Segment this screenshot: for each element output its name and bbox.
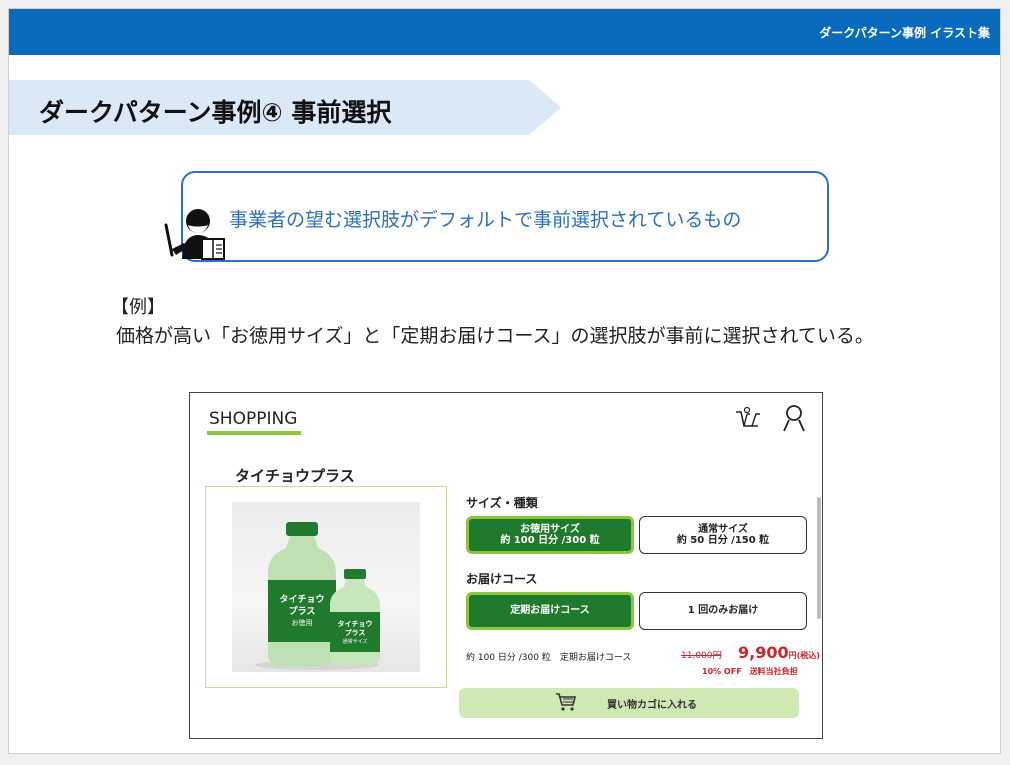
bottle-large-line-3: お徳用	[292, 618, 313, 627]
page-title: ダークパターン事例④ 事前選択	[39, 98, 392, 127]
delivery-heading: お届けコース	[466, 572, 538, 586]
scrollbar[interactable]	[817, 497, 821, 619]
bottle-small-line-2: プラス	[345, 628, 366, 637]
original-price: 11,000円	[681, 651, 722, 661]
shop-logo[interactable]: SHOPPING	[209, 409, 297, 429]
sale-price-value: 9,900	[738, 643, 789, 662]
sale-price: 9,900円(税込)	[738, 643, 820, 662]
definition-text: 事業者の望む選択肢がデフォルトで事前選択されているもの	[229, 209, 742, 231]
slide: ダークパターン事例 イラスト集 ダークパターン事例④ 事前選択 事業者の望む選択…	[8, 8, 1001, 754]
definition-box: 事業者の望む選択肢がデフォルトで事前選択されているもの	[181, 171, 829, 262]
bottle-small-line-1: タイチョウ	[338, 619, 373, 628]
header-bar: ダークパターン事例 イラスト集	[9, 9, 1000, 55]
selection-summary: 約 100 日分 /300 粒 定期お届けコース	[466, 653, 632, 663]
size-heading: サイズ・種類	[466, 496, 538, 510]
size-option-regular-detail: 約 50 日分 /150 粒	[676, 535, 770, 546]
product-image-frame: タイチョウ プラス お徳用 タイチョウ プラス 通常サイズ	[205, 486, 447, 688]
logo-underline	[207, 431, 301, 435]
delivery-option-once[interactable]: 1 回のみお届け	[639, 592, 807, 630]
add-to-cart-label: 買い物カゴに入れる	[607, 700, 697, 711]
shop-mockup: SHOPPING タイチョウプラス タイチョウ プラス お徳用 タイチョウ プラ…	[189, 392, 823, 739]
discount-note: 10% OFF 送料当社負担	[702, 667, 798, 676]
user-icon[interactable]	[780, 403, 808, 433]
cart-icon[interactable]	[734, 406, 764, 432]
size-option-value-name: お徳用サイズ	[520, 523, 580, 535]
bottle-small-line-3: 通常サイズ	[343, 638, 368, 645]
size-option-regular-name: 通常サイズ	[698, 523, 748, 535]
shopping-cart-icon	[556, 693, 577, 711]
product-name: タイチョウプラス	[235, 467, 355, 485]
size-option-regular[interactable]: 通常サイズ 約 50 日分 /150 粒	[639, 516, 807, 554]
header-label: ダークパターン事例 イラスト集	[819, 26, 990, 40]
example-tag: 【例】	[111, 297, 165, 318]
sale-price-unit: 円(税込)	[788, 651, 820, 660]
presenter-person-icon	[164, 209, 225, 260]
delivery-option-subscription[interactable]: 定期お届けコース	[466, 592, 634, 630]
delivery-option-once-name: 1 回のみお届け	[687, 605, 759, 617]
example-description: 価格が高い「お徳用サイズ」と「定期お届けコース」の選択肢が事前に選択されている。	[116, 325, 874, 347]
bottle-large-line-1: タイチョウ	[279, 593, 324, 605]
title-band: ダークパターン事例④ 事前選択	[9, 80, 561, 135]
size-option-value[interactable]: お徳用サイズ 約 100 日分 /300 粒	[466, 516, 634, 554]
bottle-large-line-2: プラス	[289, 605, 316, 617]
add-to-cart-button[interactable]: 買い物カゴに入れる	[459, 688, 799, 718]
size-option-value-detail: 約 100 日分 /300 粒	[500, 535, 600, 546]
product-photo: タイチョウ プラス お徳用 タイチョウ プラス 通常サイズ	[232, 502, 420, 672]
delivery-option-subscription-name: 定期お届けコース	[510, 605, 590, 617]
bottles-illustration: タイチョウ プラス お徳用 タイチョウ プラス 通常サイズ	[255, 522, 380, 670]
